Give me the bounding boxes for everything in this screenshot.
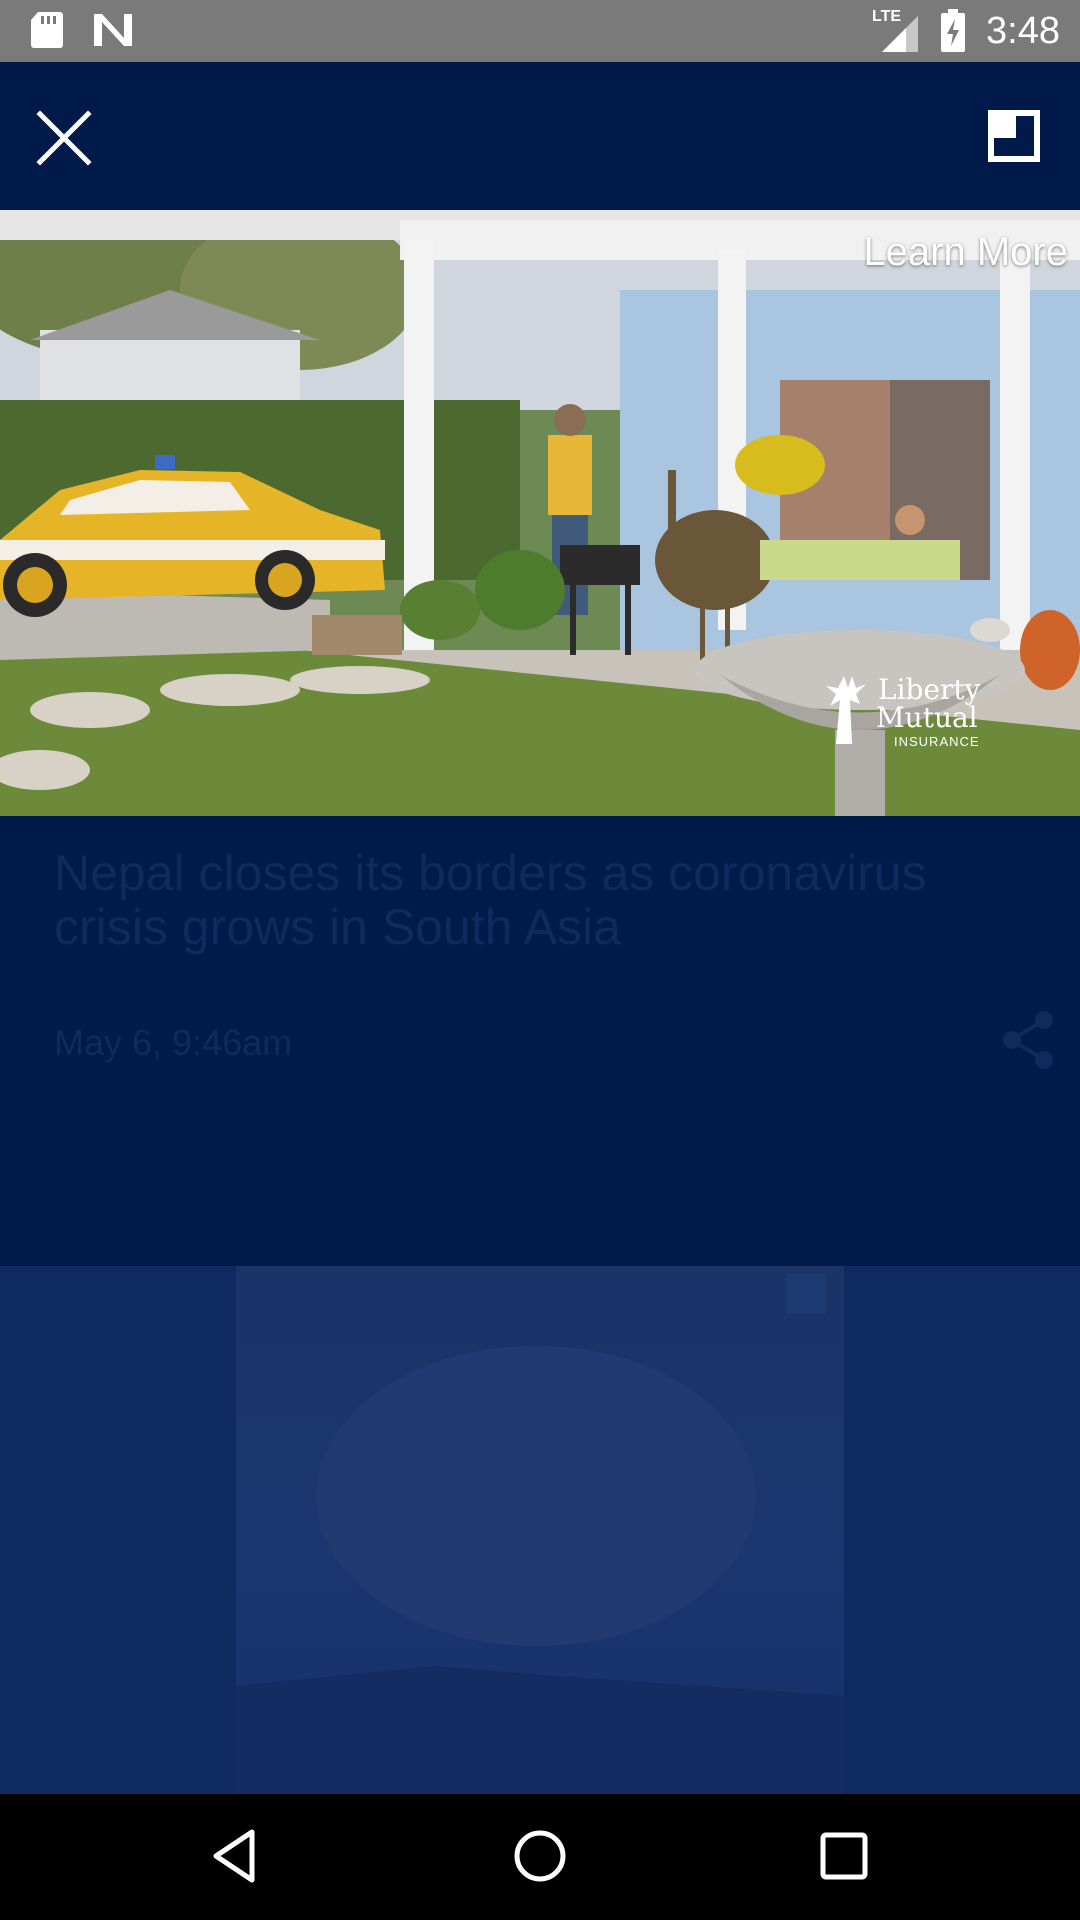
learn-more-link[interactable]: Learn More (863, 230, 1068, 275)
lte-signal-icon: LTE (872, 8, 920, 54)
system-nav-bar (0, 1794, 1080, 1920)
app-bar (0, 62, 1080, 210)
article-headline: Nepal closes its borders as coronavirus … (54, 845, 927, 955)
advertiser-logo-line2: Mutual (876, 701, 978, 734)
advertiser-logo: Liberty Mutual INSURANCE (822, 674, 982, 754)
battery-charging-icon (941, 9, 966, 52)
status-bar: LTE 3:48 (0, 0, 1080, 62)
recents-button[interactable] (814, 1826, 874, 1886)
video-ad-player[interactable]: Learn More Liberty Mutual INSURANCE (0, 210, 1080, 816)
recents-square-icon (820, 1832, 868, 1880)
picture-in-picture-icon (988, 110, 1040, 162)
share-icon (1003, 1011, 1053, 1069)
home-circle-icon (514, 1830, 566, 1882)
advertiser-logo-tag: INSURANCE (894, 734, 980, 749)
close-icon (36, 110, 92, 166)
status-bar-right: LTE 3:48 (872, 6, 1060, 56)
share-button[interactable] (1000, 1010, 1056, 1070)
article-image-area (0, 1266, 1080, 1794)
home-button[interactable] (510, 1826, 570, 1886)
article-image-placeholder (236, 1274, 844, 1794)
close-button[interactable] (36, 110, 92, 166)
statue-of-liberty-icon (826, 676, 866, 744)
article-header: Nepal closes its borders as coronavirus … (0, 816, 1080, 1266)
sd-card-icon (31, 12, 63, 48)
article-timestamp: May 6, 9:46am (54, 1022, 293, 1063)
status-time: 3:48 (986, 10, 1060, 52)
back-triangle-icon (213, 1829, 255, 1883)
picture-in-picture-button[interactable] (986, 108, 1042, 164)
advertiser-logo-line1: Liberty (878, 673, 981, 706)
n-logo-icon (94, 14, 132, 46)
back-button[interactable] (206, 1826, 266, 1886)
status-bar-left (30, 10, 134, 50)
article-image (236, 1266, 844, 1794)
